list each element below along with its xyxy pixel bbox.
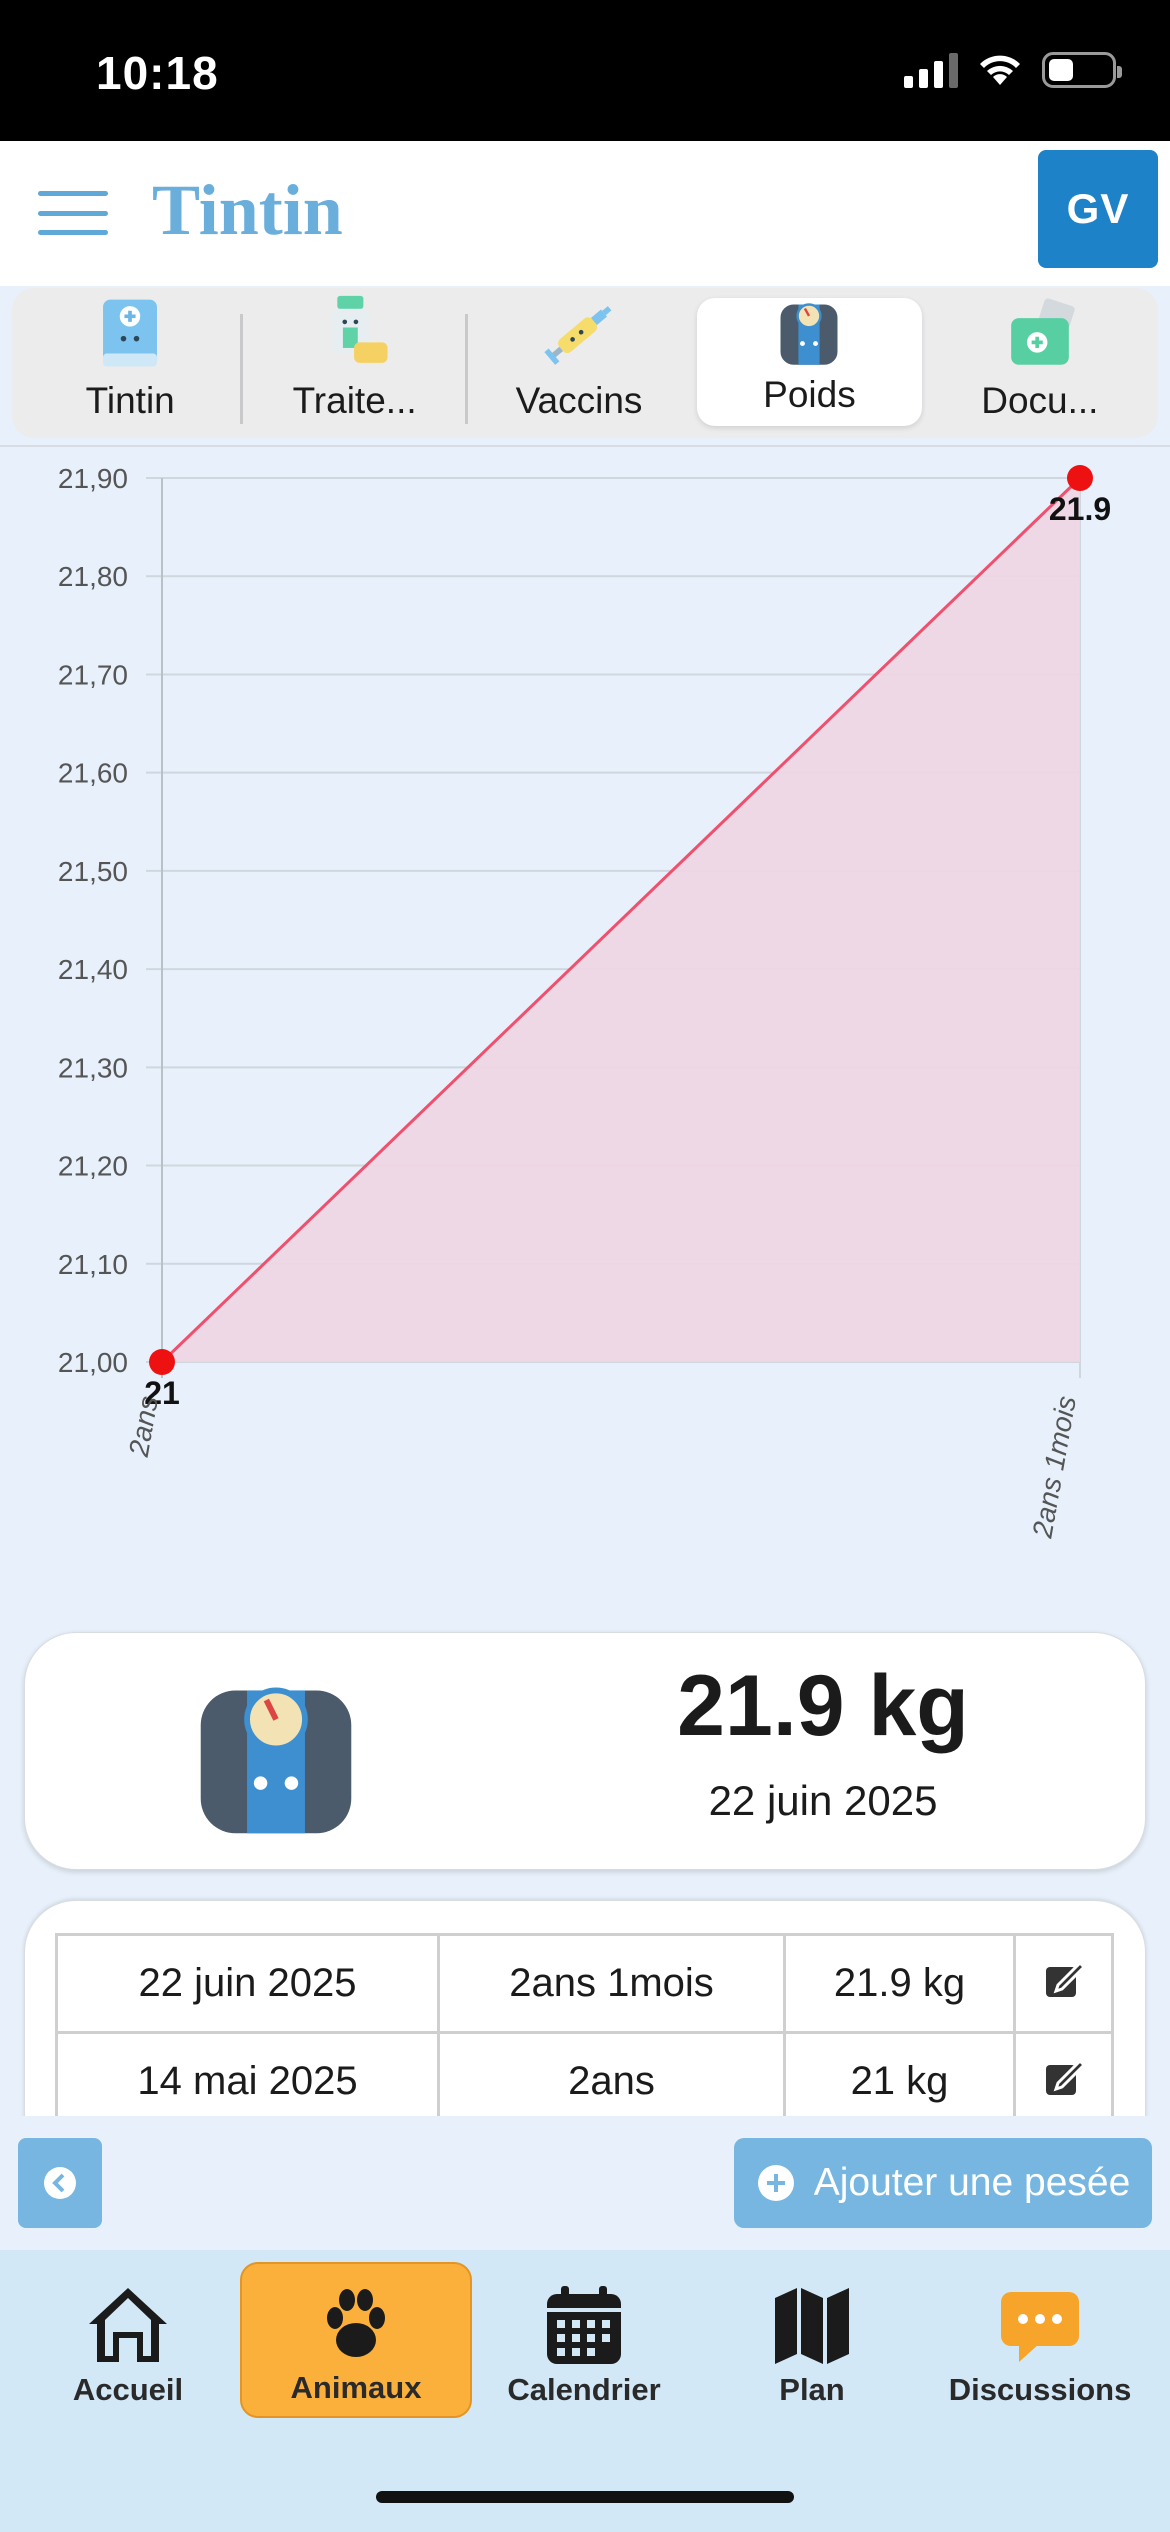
nav-label: Discussions <box>948 2372 1132 2407</box>
nav-discussions[interactable]: Discussions <box>924 2262 1156 2418</box>
home-indicator <box>376 2491 794 2503</box>
latest-weight-date: 22 juin 2025 <box>708 1777 938 1824</box>
y-tick-label: 21,90 <box>58 463 128 494</box>
edit-icon <box>1045 2058 1086 2095</box>
nav-map[interactable]: Plan <box>696 2262 928 2418</box>
syringe-icon <box>544 306 612 365</box>
y-tick-label: 21,20 <box>58 1151 128 1182</box>
add-weighing-button[interactable]: Ajouter une pesée <box>734 2138 1152 2228</box>
tab-profile[interactable]: Tintin <box>18 294 244 432</box>
nav-animals[interactable]: Animaux <box>240 2262 472 2418</box>
weight-history-card: 22 juin 2025 2ans 1mois 21.9 kg 14 mai 2… <box>24 1900 1146 2140</box>
wifi-icon <box>980 55 1020 85</box>
action-row: Ajouter une pesée <box>0 2116 1170 2250</box>
nav-label: Calendrier <box>507 2372 661 2407</box>
tab-weight[interactable]: Poids <box>697 298 922 426</box>
home-icon <box>89 2288 167 2362</box>
chat-icon <box>1001 2292 1079 2362</box>
latest-weight-value: 21.9 kg <box>677 1658 969 1754</box>
bottom-navigation: Accueil Animaux Calendrier Plan Discussi… <box>0 2250 1170 2532</box>
tab-label: Vaccins <box>515 380 643 421</box>
nav-home[interactable]: Accueil <box>12 2262 244 2418</box>
calendar-icon <box>547 2286 621 2364</box>
y-tick-label: 21,70 <box>58 659 128 690</box>
nav-label: Animaux <box>290 2370 422 2405</box>
data-label: 21.9 <box>1049 491 1111 527</box>
tab-treatments[interactable]: Traite... <box>242 294 468 432</box>
y-tick-label: 21,80 <box>58 561 128 592</box>
edit-icon <box>1045 1960 1086 1997</box>
latest-weight-card: 21.9 kg 22 juin 2025 <box>24 1632 1146 1870</box>
nav-calendar[interactable]: Calendrier <box>468 2262 700 2418</box>
scale-icon <box>200 1687 352 1834</box>
weight-chart: 21,00 21,10 21,20 21,30 21,40 21,50 21,60 21,70… <box>0 448 1170 1598</box>
menu-icon[interactable] <box>38 191 108 235</box>
back-button[interactable] <box>18 2138 102 2228</box>
battery-icon <box>1042 52 1122 88</box>
arrow-left-circle-icon <box>44 2167 76 2199</box>
animal-tab-bar: Tintin Traite... Vaccins Poids Docu... <box>12 288 1158 438</box>
y-tick-label: 21,60 <box>58 758 128 789</box>
scale-icon <box>780 303 838 365</box>
tab-label: Tintin <box>85 380 175 421</box>
paw-icon <box>327 2289 385 2357</box>
divider <box>0 445 1170 447</box>
add-weighing-label: Ajouter une pesée <box>813 2161 1131 2204</box>
status-bar: 10:18 <box>0 0 1170 141</box>
status-icons <box>904 52 1122 88</box>
y-tick-label: 21,10 <box>58 1249 128 1280</box>
app-header: Tintin GV <box>0 141 1170 286</box>
row-date: 22 juin 2025 <box>55 1933 440 2034</box>
y-tick-label: 21,00 <box>58 1347 128 1378</box>
weight-chart-svg: 21,00 21,10 21,20 21,30 21,40 21,50 21,60 21,70… <box>58 463 1111 1541</box>
tab-label: Docu... <box>981 380 1099 421</box>
nav-label: Plan <box>779 2372 845 2407</box>
row-weight: 21.9 kg <box>783 1933 1016 2034</box>
data-point <box>1067 465 1093 491</box>
page-title: Tintin <box>152 170 343 250</box>
user-avatar-button[interactable]: GV <box>1038 150 1158 268</box>
x-tick-label: 2ans 1mois <box>1026 1394 1082 1541</box>
cellular-signal-icon <box>904 52 958 88</box>
status-time: 10:18 <box>96 47 219 99</box>
pet-book-icon <box>103 299 158 367</box>
tab-documents[interactable]: Docu... <box>928 294 1152 432</box>
map-icon <box>775 2288 849 2364</box>
tab-vaccines[interactable]: Vaccins <box>467 294 691 432</box>
data-point <box>149 1349 175 1375</box>
treatment-icon <box>331 295 388 363</box>
weight-history-table: 22 juin 2025 2ans 1mois 21.9 kg 14 mai 2… <box>55 1933 1114 2132</box>
y-tick-label: 21,30 <box>58 1052 128 1083</box>
nav-label: Accueil <box>72 2372 184 2407</box>
x-tick-label: 2ans <box>123 1394 164 1460</box>
y-tick-label: 21,50 <box>58 856 128 887</box>
document-icon <box>1010 298 1075 365</box>
y-tick-label: 21,40 <box>58 954 128 985</box>
tab-label: Poids <box>763 374 856 415</box>
plus-circle-icon <box>757 2165 794 2201</box>
table-row: 22 juin 2025 2ans 1mois 21.9 kg <box>55 1933 1114 2034</box>
edit-button[interactable] <box>1013 1933 1114 2034</box>
row-age: 2ans 1mois <box>437 1933 786 2034</box>
tab-label: Traite... <box>292 380 417 421</box>
